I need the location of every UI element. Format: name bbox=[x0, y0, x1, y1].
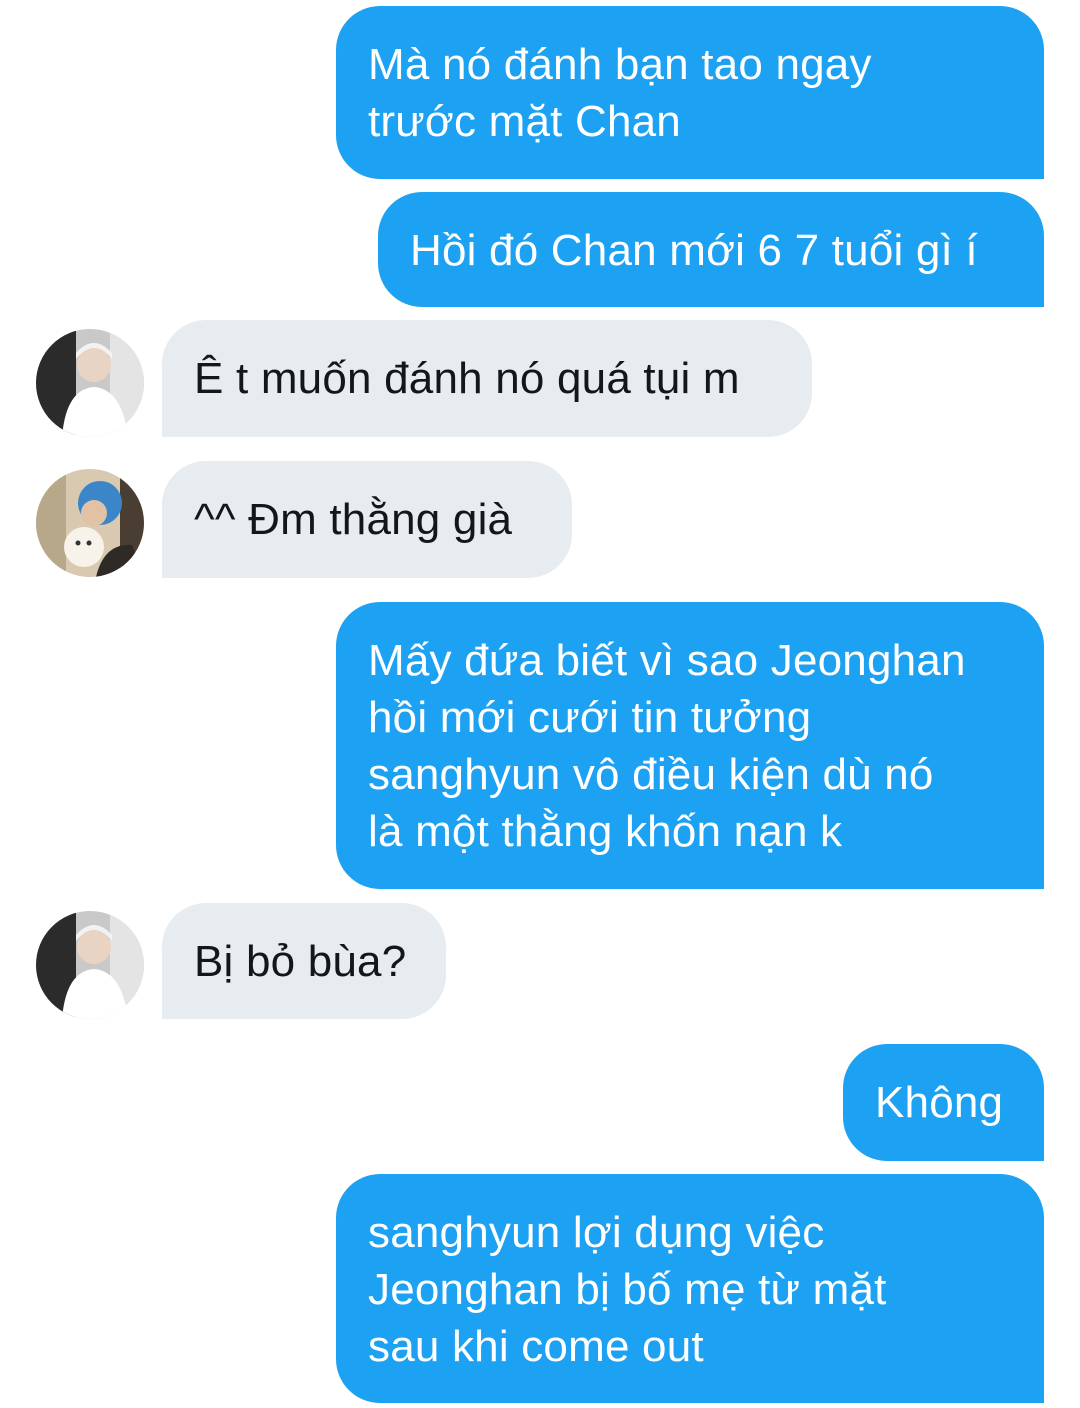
avatar-user-b[interactable] bbox=[36, 469, 144, 577]
avatar-user-a-photo bbox=[36, 911, 144, 1019]
message-bubble-incoming[interactable]: ^^ Đm thằng già bbox=[162, 461, 572, 578]
message-bubble-incoming[interactable]: Ê t muốn đánh nó quá tụi m bbox=[162, 320, 812, 437]
avatar-user-b-photo bbox=[36, 469, 144, 577]
message-bubble-outgoing[interactable]: Hồi đó Chan mới 6 7 tuổi gì í bbox=[378, 192, 1044, 307]
avatar-user-a[interactable] bbox=[36, 911, 144, 1019]
message-bubble-outgoing[interactable]: Mà nó đánh bạn tao ngay trước mặt Chan bbox=[336, 6, 1044, 179]
avatar-user-a[interactable] bbox=[36, 329, 144, 437]
conversation-thread: Mà nó đánh bạn tao ngay trước mặt Chan H… bbox=[0, 0, 1080, 1408]
message-bubble-outgoing[interactable]: Không bbox=[843, 1044, 1044, 1161]
message-bubble-outgoing[interactable]: sanghyun lợi dụng việc Jeonghan bị bố mẹ… bbox=[336, 1174, 1044, 1403]
message-bubble-outgoing[interactable]: Mấy đứa biết vì sao Jeonghan hồi mới cướ… bbox=[336, 602, 1044, 889]
avatar-user-a-photo bbox=[36, 329, 144, 437]
message-bubble-incoming[interactable]: Bị bỏ bùa? bbox=[162, 903, 446, 1019]
